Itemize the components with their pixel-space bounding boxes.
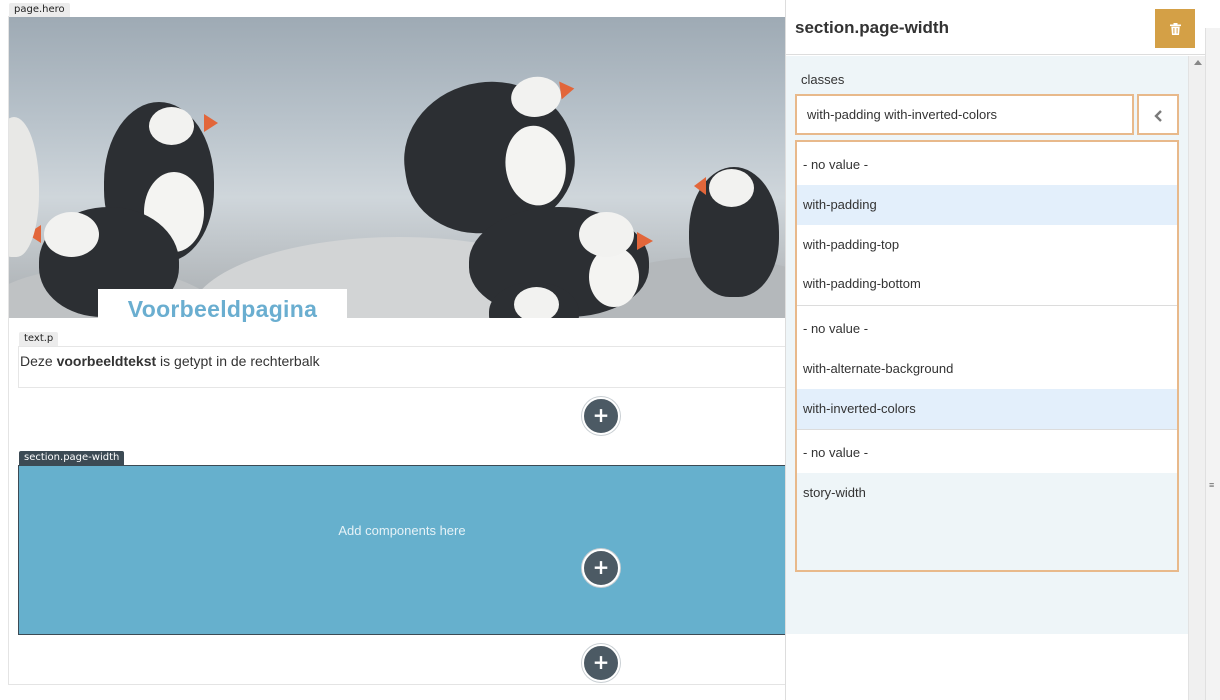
delete-button[interactable] [1155, 9, 1195, 48]
classes-label: classes [801, 72, 845, 87]
text-component-tag[interactable]: text.p [19, 332, 59, 346]
page-canvas: page.hero Voorbeeldpagina text.p Deze vo… [0, 0, 785, 700]
paragraph-text-bold: voorbeeldtekst [56, 353, 157, 369]
option-with-inverted-colors[interactable]: with-inverted-colors [797, 389, 1177, 429]
scroll-up-icon[interactable] [1194, 60, 1202, 65]
text-paragraph-block[interactable]: Deze voorbeeldtekst is getypt in de rech… [18, 346, 785, 388]
classes-input[interactable]: with-padding with-inverted-colors [795, 94, 1134, 135]
dropdown-toggle-button[interactable] [1137, 94, 1179, 135]
panel-header: section.page-width [786, 0, 1206, 55]
chevron-left-icon [1153, 109, 1162, 122]
option-with-padding-top[interactable]: with-padding-top [797, 225, 1177, 265]
option-with-alternate-background[interactable]: with-alternate-background [797, 349, 1177, 389]
add-components-hint: Add components here [338, 523, 466, 538]
option-with-padding-bottom[interactable]: with-padding-bottom [797, 264, 1177, 304]
window-scrollbar[interactable]: ≡ [1205, 28, 1220, 700]
panel-scrollbar[interactable] [1188, 56, 1206, 700]
properties-panel: section.page-width classes with-padding … [785, 0, 1220, 700]
option-no-value[interactable]: - no value - [797, 309, 1177, 349]
classes-options-list[interactable]: - no value - with-padding with-padding-t… [795, 140, 1179, 572]
section-component-tag[interactable]: section.page-width [19, 451, 125, 465]
puffin-figure [489, 282, 579, 318]
hero-component-tag[interactable]: page.hero [9, 3, 70, 17]
panel-title: section.page-width [795, 18, 949, 37]
hero-image[interactable] [9, 17, 785, 318]
add-component-in-section-button[interactable]: + [582, 549, 620, 587]
scrollbar-grip-icon: ≡ [1209, 480, 1215, 490]
option-no-value[interactable]: - no value - [797, 145, 1177, 185]
add-component-button[interactable]: + [582, 397, 620, 435]
paragraph-text-start: Deze [20, 353, 57, 369]
paragraph-text-end: is getypt in de rechterbalk [156, 353, 320, 369]
hero-title[interactable]: Voorbeeldpagina [98, 296, 347, 323]
option-with-padding[interactable]: with-padding [797, 185, 1177, 225]
option-group-divider [797, 305, 1177, 306]
puffin-figure [689, 167, 779, 297]
option-no-value[interactable]: - no value - [797, 433, 1177, 473]
paragraph-text: Deze voorbeeldtekst is getypt in de rech… [20, 353, 320, 369]
trash-icon [1169, 23, 1181, 36]
add-component-bottom-button[interactable]: + [582, 644, 620, 682]
puffin-figure [9, 117, 39, 257]
section-page-width-block[interactable]: Add components here [18, 465, 785, 635]
option-story-width[interactable]: story-width [797, 473, 1177, 570]
panel-body: classes with-padding with-inverted-color… [786, 56, 1188, 634]
option-group-divider [797, 429, 1177, 430]
